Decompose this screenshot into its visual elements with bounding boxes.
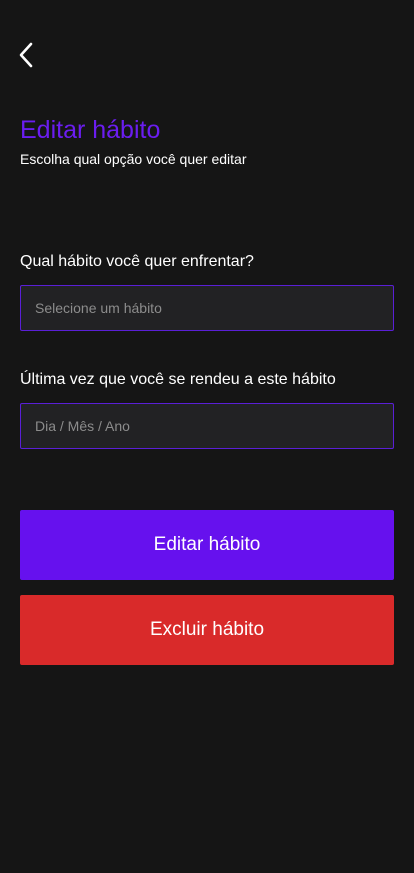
date-input[interactable]: Dia / Mês / Ano: [20, 403, 394, 449]
page-subtitle: Escolha qual opção você quer editar: [20, 151, 247, 167]
delete-habit-button[interactable]: Excluir hábito: [20, 595, 394, 665]
habit-field-label: Qual hábito você quer enfrentar?: [20, 253, 254, 270]
page-title: Editar hábito: [20, 116, 161, 144]
edit-habit-button[interactable]: Editar hábito: [20, 510, 394, 580]
back-button[interactable]: [12, 40, 40, 70]
chevron-left-icon: [18, 42, 34, 68]
habit-select[interactable]: Selecione um hábito: [20, 285, 394, 331]
habit-select-placeholder: Selecione um hábito: [35, 300, 162, 316]
date-input-placeholder: Dia / Mês / Ano: [35, 418, 130, 434]
date-field-label: Última vez que você se rendeu a este háb…: [20, 371, 336, 388]
